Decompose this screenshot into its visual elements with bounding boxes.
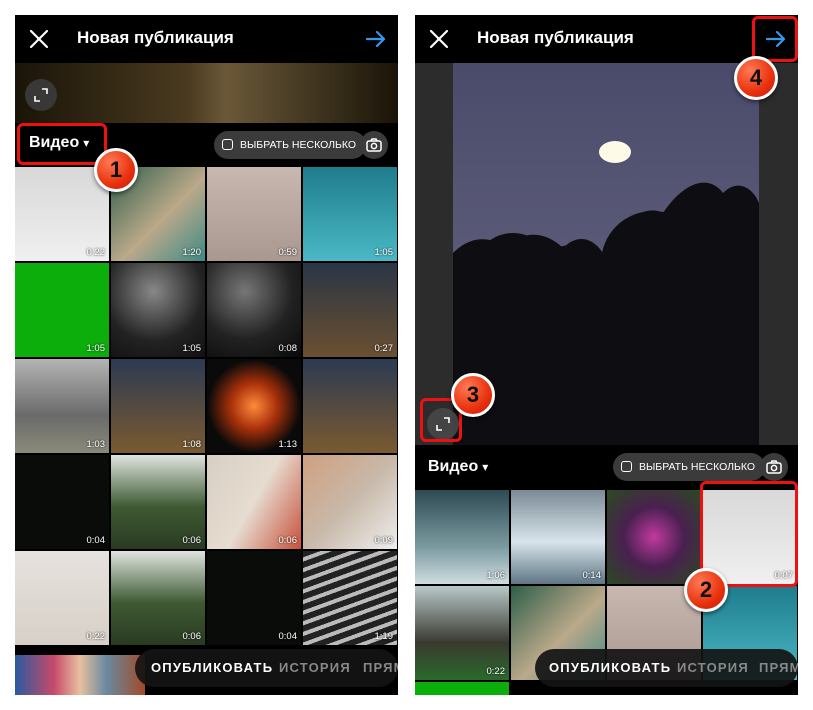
media-thumbnail[interactable]: 1:13	[207, 359, 301, 453]
video-duration: 0:14	[582, 570, 602, 581]
media-grid: 0:22 1:20 0:59 1:05 1:05 1:05 0:08 0:27 1:03 1:08…	[15, 167, 398, 645]
left-screen: Новая публикация Видео ▾ ВЫБРАТЬ НЕСКОЛЬК…	[15, 15, 398, 695]
mode-bar: ОПУБЛИКОВАТЬ ИСТОРИЯ ПРЯМ	[135, 649, 398, 687]
media-thumbnail[interactable]: 1:05	[111, 263, 205, 357]
mode-publish[interactable]: ОПУБЛИКОВАТЬ	[151, 660, 273, 675]
select-multiple-button[interactable]: ВЫБРАТЬ НЕСКОЛЬКО	[214, 131, 367, 159]
preview-side-left	[415, 63, 453, 445]
video-duration: 1:20	[182, 247, 202, 258]
highlight-next-arrow	[752, 16, 798, 62]
media-thumbnail[interactable]: 0:22	[15, 551, 109, 645]
media-thumbnail[interactable]: 0:04	[15, 455, 109, 549]
media-thumbnail[interactable]: 1:06	[415, 490, 509, 584]
video-duration: 0:04	[86, 535, 106, 546]
mode-story[interactable]: ИСТОРИЯ	[677, 660, 749, 675]
preview-image	[15, 63, 398, 123]
media-thumbnail[interactable]: 1:05	[303, 167, 397, 261]
page-title: Новая публикация	[77, 28, 234, 47]
chevron-down-icon: ▾	[482, 460, 489, 474]
media-thumbnail[interactable]: 1:03	[15, 359, 109, 453]
media-thumbnail[interactable]: 0:09	[303, 455, 397, 549]
media-thumbnail[interactable]	[607, 490, 701, 584]
close-icon[interactable]	[427, 27, 451, 51]
media-thumbnail[interactable]: 0:22	[15, 167, 109, 261]
video-duration: 1:13	[278, 439, 298, 450]
media-thumbnail[interactable]: 0:27	[303, 263, 397, 357]
media-type-label: Видео	[428, 458, 479, 475]
multi-select-icon	[222, 139, 233, 150]
camera-icon	[366, 138, 382, 152]
page-title: Новая публикация	[477, 28, 634, 47]
bottom-thumbs	[15, 655, 145, 695]
video-duration: 0:59	[278, 247, 298, 258]
media-thumbnail[interactable]: 1:05	[15, 263, 109, 357]
camera-button[interactable]	[760, 453, 788, 481]
mode-bar: ОПУБЛИКОВАТЬ ИСТОРИЯ ПРЯМ	[535, 649, 798, 687]
step-marker-2: 2	[684, 568, 728, 612]
mode-live[interactable]: ПРЯМ	[759, 660, 798, 675]
video-duration: 0:06	[182, 631, 202, 642]
next-arrow-icon[interactable]	[364, 27, 388, 51]
video-duration: 1:05	[182, 343, 202, 354]
select-multiple-label: ВЫБРАТЬ НЕСКОЛЬКО	[639, 461, 756, 473]
media-thumbnail[interactable]: 1:08	[111, 359, 205, 453]
video-duration: 0:06	[278, 535, 298, 546]
video-duration: 1:05	[86, 343, 106, 354]
media-thumbnail[interactable]: 0:22	[415, 586, 509, 680]
right-screen: Новая публикация Видео ▾ ВЫБРАТЬ НЕСКОЛЬК…	[415, 15, 798, 695]
expand-button[interactable]	[25, 79, 57, 111]
camera-button[interactable]	[360, 131, 388, 159]
video-duration: 1:06	[486, 570, 506, 581]
video-duration: 0:09	[374, 535, 394, 546]
camera-icon	[766, 460, 782, 474]
video-duration: 0:22	[486, 666, 506, 677]
media-thumbnail[interactable]: 1:19	[303, 551, 397, 645]
video-duration: 0:22	[86, 631, 106, 642]
media-thumbnail[interactable]: 0:06	[207, 455, 301, 549]
video-duration: 1:08	[182, 439, 202, 450]
mode-live[interactable]: ПРЯМ	[363, 660, 398, 675]
video-duration: 1:05	[374, 247, 394, 258]
step-marker-4: 4	[734, 56, 778, 100]
video-duration: 0:08	[278, 343, 298, 354]
media-type-dropdown[interactable]: Видео ▾	[428, 458, 488, 476]
media-thumbnail[interactable]: 0:06	[111, 551, 205, 645]
media-thumbnail[interactable]: 0:14	[511, 490, 605, 584]
close-icon[interactable]	[27, 27, 51, 51]
video-duration: 0:06	[182, 535, 202, 546]
step-marker-3: 3	[451, 373, 495, 417]
select-multiple-button[interactable]: ВЫБРАТЬ НЕСКОЛЬКО	[613, 453, 766, 481]
mode-story[interactable]: ИСТОРИЯ	[279, 660, 351, 675]
green-strip	[415, 682, 509, 695]
media-thumbnail[interactable]	[303, 359, 397, 453]
top-bar: Новая публикация	[415, 15, 798, 63]
video-duration: 0:27	[374, 343, 394, 354]
step-marker-1: 1	[94, 148, 138, 192]
media-thumbnail[interactable]: 0:08	[207, 263, 301, 357]
mode-publish[interactable]: ОПУБЛИКОВАТЬ	[549, 660, 671, 675]
top-bar: Новая публикация	[15, 15, 398, 63]
media-thumbnail[interactable]: 0:06	[111, 455, 205, 549]
media-thumbnail[interactable]: 0:59	[207, 167, 301, 261]
expand-icon	[34, 88, 48, 102]
video-duration: 1:19	[374, 631, 394, 642]
multi-select-icon	[621, 461, 632, 472]
preview-image	[453, 63, 759, 445]
select-multiple-label: ВЫБРАТЬ НЕСКОЛЬКО	[240, 139, 357, 151]
highlight-media-type	[17, 123, 107, 165]
video-duration: 0:04	[278, 631, 298, 642]
preview-side-right	[759, 63, 798, 445]
video-duration: 0:22	[86, 247, 106, 258]
video-duration: 1:03	[86, 439, 106, 450]
media-thumbnail[interactable]: 0:04	[207, 551, 301, 645]
